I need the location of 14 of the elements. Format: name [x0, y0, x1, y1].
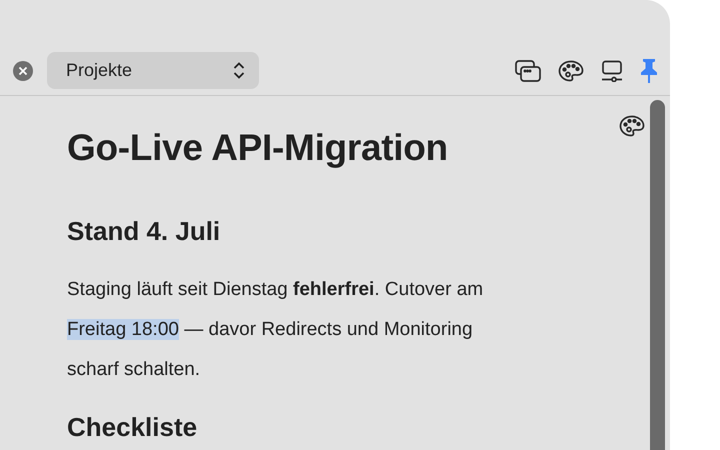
document-title: Go-Live API-Migration — [67, 126, 448, 170]
project-dropdown[interactable]: Projekte — [47, 52, 259, 89]
windows-icon[interactable] — [515, 60, 541, 82]
palette-icon[interactable] — [619, 115, 645, 137]
display-icon[interactable] — [601, 60, 623, 82]
scrollbar[interactable] — [650, 100, 665, 450]
x-icon — [18, 66, 28, 76]
paragraph: Staging läuft seit Dienstag fehlerfrei. Cutover am Freitag 18:00 — davor Redirects und Monitoring scharf schalten. — [67, 278, 484, 382]
chevron-icon — [233, 62, 245, 79]
section-heading: Checkliste — [67, 411, 198, 443]
pin-icon[interactable] — [640, 58, 658, 84]
section-heading: Stand 4. Juli — [67, 215, 222, 247]
close-button[interactable] — [13, 60, 33, 80]
palette-icon[interactable] — [558, 60, 584, 82]
